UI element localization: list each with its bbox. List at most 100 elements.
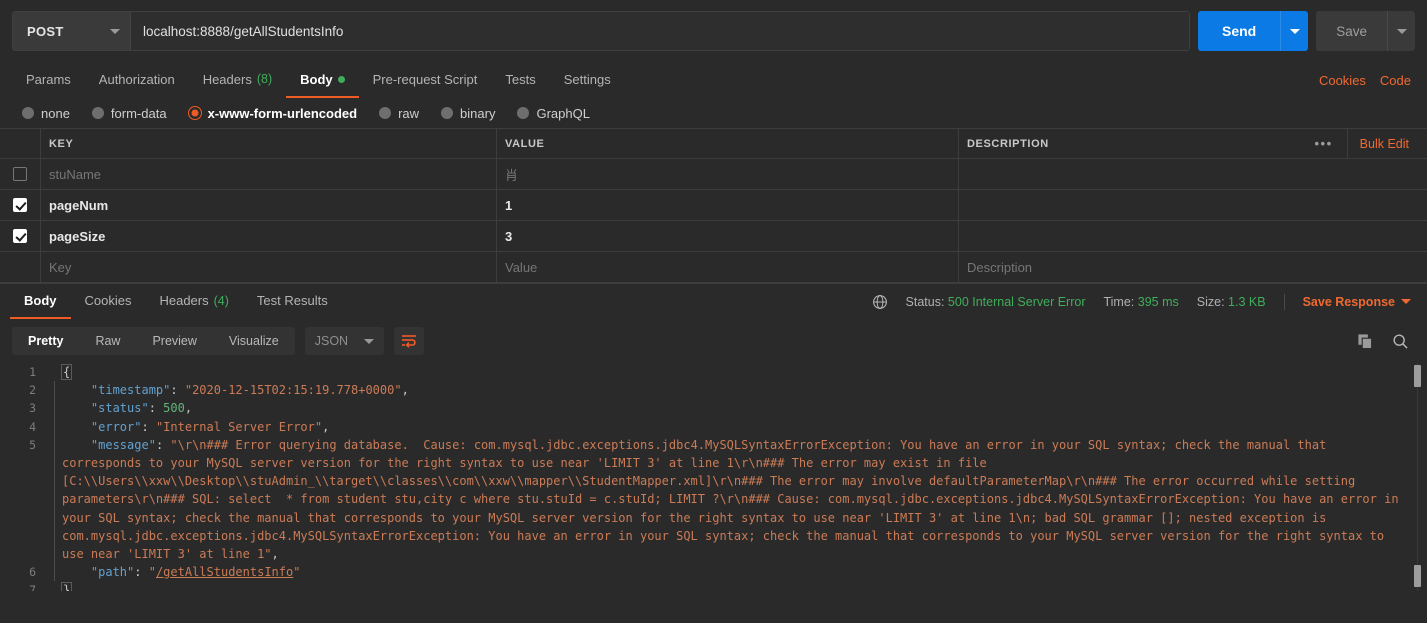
tab-authorization[interactable]: Authorization <box>85 62 189 98</box>
table-row: pageSize 3 <box>0 221 1427 252</box>
json-line: 3 "status": 500, <box>0 399 1427 418</box>
line-number: 7 <box>29 583 36 591</box>
body-type-label: none <box>41 105 70 121</box>
json-path-link[interactable]: /getAllStudentsInfo <box>156 565 293 579</box>
tab-params[interactable]: Params <box>12 62 85 98</box>
new-row-description-input[interactable]: Description <box>959 252 1427 282</box>
row-key-cell[interactable]: pageNum <box>41 190 497 220</box>
tab-tests[interactable]: Tests <box>491 62 549 98</box>
save-button[interactable]: Save <box>1316 11 1387 51</box>
response-toolbar: Pretty Raw Preview Visualize JSON <box>0 319 1427 363</box>
response-body-json[interactable]: 1 { 2 "timestamp": "2020-12-15T02:15:19.… <box>0 363 1427 591</box>
save-response-button[interactable]: Save Response <box>1303 295 1411 309</box>
body-type-raw[interactable]: raw <box>379 106 419 121</box>
tab-label: Headers <box>159 293 209 308</box>
new-row-value-input[interactable]: Value <box>497 252 959 282</box>
row-key-cell[interactable]: pageSize <box>41 221 497 251</box>
row-value-cell[interactable]: 1 <box>497 190 959 220</box>
body-type-none[interactable]: none <box>22 106 70 121</box>
cookies-link[interactable]: Cookies <box>1319 73 1366 88</box>
tab-label: Body <box>300 71 333 87</box>
json-line-code: } <box>60 581 1427 591</box>
request-bar: POST localhost:8888/getAllStudentsInfo S… <box>0 0 1427 62</box>
json-value: "Internal Server Error" <box>155 419 323 434</box>
row-value-cell[interactable]: 3 <box>497 221 959 251</box>
json-close-brace: } <box>60 582 73 591</box>
json-colon: : <box>170 383 185 398</box>
time-group: Time: 395 ms <box>1103 295 1178 309</box>
request-tabs: Params Authorization Headers (8) Body Pr… <box>0 62 1427 98</box>
response-tab-headers[interactable]: Headers (4) <box>145 284 242 319</box>
bulk-edit-button[interactable]: Bulk Edit <box>1348 129 1419 158</box>
row-key-text: stuName <box>49 166 102 182</box>
json-lines: 1 { 2 "timestamp": "2020-12-15T02:15:19.… <box>0 363 1427 591</box>
tab-label: Test Results <box>256 293 328 308</box>
body-type-x-www-form-urlencoded[interactable]: x-www-form-urlencoded <box>188 106 357 121</box>
time-label: Time: <box>1103 294 1135 309</box>
json-line: 2 "timestamp": "2020-12-15T02:15:19.778+… <box>0 381 1427 400</box>
tab-pre-request-script[interactable]: Pre-request Script <box>359 62 492 98</box>
json-line: 5 "message": "\r\n### Error querying dat… <box>0 435 1427 564</box>
json-vertical-scrollbar[interactable] <box>1414 363 1421 591</box>
status-label: Status: <box>905 294 945 309</box>
more-options-icon[interactable]: ••• <box>1301 129 1348 158</box>
url-text: localhost:8888/getAllStudentsInfo <box>143 23 344 39</box>
http-method-selector[interactable]: POST <box>13 12 131 50</box>
json-comma: , <box>322 419 330 434</box>
body-type-graphql[interactable]: GraphQL <box>517 106 590 121</box>
fold-rail <box>48 363 62 381</box>
row-description-cell[interactable] <box>959 159 1427 189</box>
url-input[interactable]: localhost:8888/getAllStudentsInfo <box>131 12 1189 50</box>
response-format-select[interactable]: JSON <box>304 327 385 355</box>
json-line-code: "status": 500, <box>62 399 1427 417</box>
body-type-binary[interactable]: binary <box>441 106 495 121</box>
response-tab-cookies[interactable]: Cookies <box>71 284 146 319</box>
scrollbar-track <box>1417 363 1418 591</box>
time-value: 395 ms <box>1137 294 1179 309</box>
row-value-cell[interactable]: 肖 <box>497 159 959 189</box>
response-tab-test-results[interactable]: Test Results <box>243 284 342 319</box>
send-button[interactable]: Send <box>1197 11 1281 51</box>
row-checkbox[interactable] <box>13 198 27 212</box>
view-mode-preview[interactable]: Preview <box>136 327 212 355</box>
body-type-form-data[interactable]: form-data <box>91 106 167 121</box>
row-checkbox[interactable] <box>13 167 27 181</box>
chevron-down-icon <box>364 338 375 344</box>
response-toolbar-actions <box>1357 333 1415 350</box>
row-description-cell[interactable] <box>959 190 1427 220</box>
tab-body[interactable]: Body <box>286 62 359 98</box>
chevron-down-icon <box>110 28 120 34</box>
response-view-modes: Pretty Raw Preview Visualize <box>12 327 295 355</box>
row-value-text: 1 <box>505 197 513 213</box>
scrollbar-thumb-bottom[interactable] <box>1414 565 1421 587</box>
globe-icon[interactable] <box>872 294 888 310</box>
view-mode-pretty[interactable]: Pretty <box>12 327 79 355</box>
json-colon: : <box>134 565 149 580</box>
response-tab-body[interactable]: Body <box>10 284 71 319</box>
copy-icon[interactable] <box>1357 333 1374 350</box>
search-icon[interactable] <box>1392 333 1409 350</box>
save-options-button[interactable] <box>1387 11 1415 51</box>
view-mode-raw[interactable]: Raw <box>79 327 136 355</box>
view-mode-visualize[interactable]: Visualize <box>213 327 295 355</box>
tab-settings[interactable]: Settings <box>550 62 625 98</box>
send-options-button[interactable] <box>1280 11 1309 51</box>
word-wrap-button[interactable] <box>394 327 425 355</box>
row-checkbox[interactable] <box>13 229 27 243</box>
row-key-cell[interactable]: stuName <box>41 159 497 189</box>
tab-headers[interactable]: Headers (8) <box>189 62 286 98</box>
new-row-key-input[interactable]: Key <box>41 252 497 282</box>
scrollbar-thumb[interactable] <box>1414 365 1421 387</box>
table-header-actions: ••• Bulk Edit <box>1301 129 1420 158</box>
row-key-text: pageSize <box>49 228 106 244</box>
row-check-cell <box>0 159 41 189</box>
line-number: 3 <box>29 401 36 416</box>
row-description-cell[interactable] <box>959 221 1427 251</box>
code-link[interactable]: Code <box>1380 73 1411 88</box>
chevron-down-icon <box>1396 28 1407 34</box>
tab-label: Headers <box>202 71 252 87</box>
word-wrap-icon <box>402 335 417 348</box>
chevron-down-icon <box>1401 299 1411 304</box>
response-format-label: JSON <box>314 334 349 348</box>
json-comma: , <box>271 547 279 562</box>
